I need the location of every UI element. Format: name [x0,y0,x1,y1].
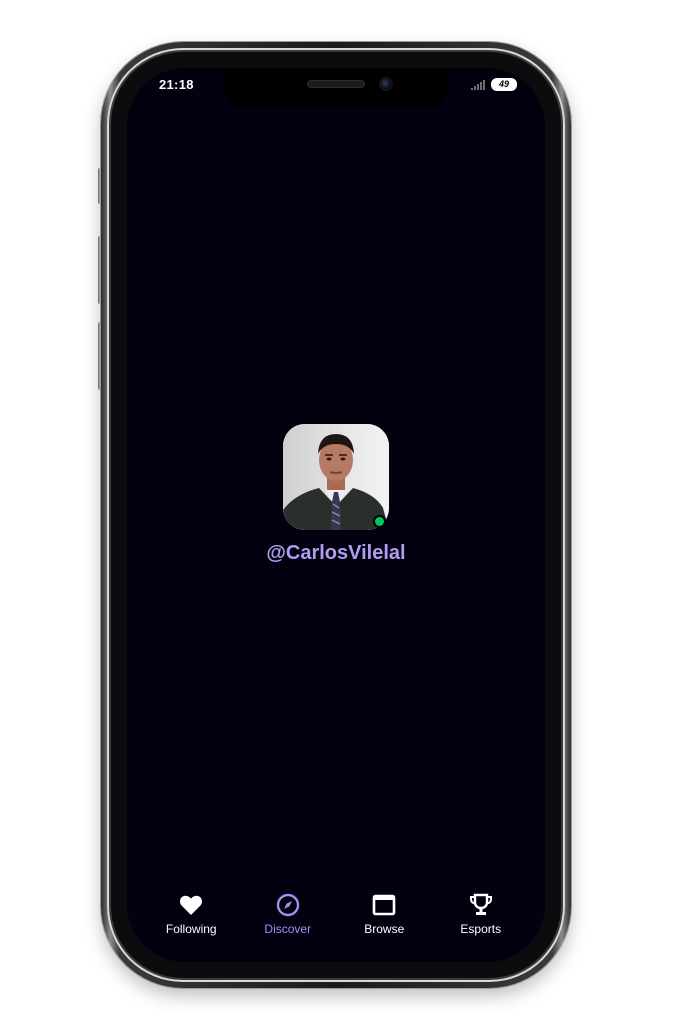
speaker-grille [307,80,365,88]
trophy-icon [468,892,494,918]
front-camera-icon [381,79,391,89]
phone-frame: 21:18 49 @CarlosVilelal Following Discov… [101,42,571,988]
app-screen: 21:18 49 @CarlosVilelal Following Discov… [127,68,545,962]
username: @CarlosVilelal [266,542,406,564]
tab-esports-label: Esports [460,922,502,936]
profile-card: @CarlosVilelal [127,424,545,565]
heart-icon [178,892,204,918]
battery-icon: 49 [491,78,517,91]
notch [223,68,449,108]
status-time: 21:18 [159,77,194,92]
browse-icon [371,892,397,918]
tab-following[interactable]: Following [146,882,236,936]
avatar-container[interactable] [283,424,389,530]
tab-discover[interactable]: Discover [243,882,333,936]
avatar-photo [283,424,389,530]
tab-discover-label: Discover [264,922,312,936]
tab-esports[interactable]: Esports [436,882,526,936]
tab-browse-label: Browse [364,922,405,936]
status-indicators: 49 [471,78,517,91]
phone-bezel: 21:18 49 @CarlosVilelal Following Discov… [107,48,565,982]
tab-following-label: Following [165,922,217,936]
compass-icon [275,892,301,918]
avatar[interactable] [283,424,389,530]
device-mockup: 21:18 49 @CarlosVilelal Following Discov… [0,0,688,1026]
online-status-indicator [375,517,384,526]
signal-icon [471,79,485,90]
battery-level: 49 [498,79,509,89]
tab-browse[interactable]: Browse [339,882,429,936]
bottom-tab-bar: Following Discover Browse Esports [127,882,545,962]
